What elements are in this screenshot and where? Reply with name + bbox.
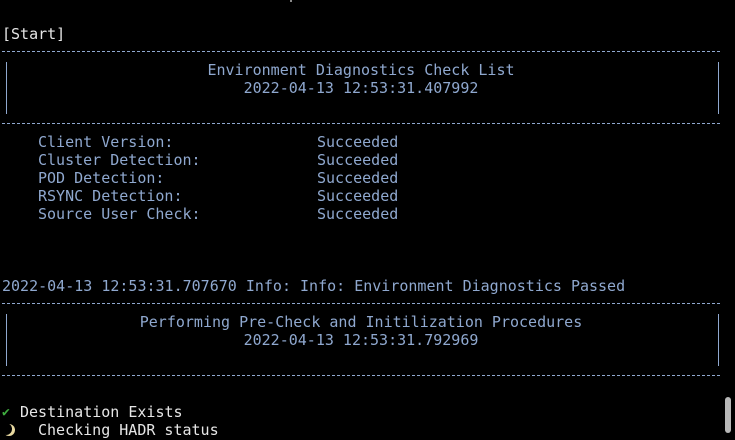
scrollbar-thumb[interactable] <box>725 397 731 433</box>
result-key: RSYNC Detection: <box>38 187 183 205</box>
step-label: Checking HADR status <box>38 421 219 439</box>
spinner-icon <box>2 423 15 436</box>
result-value: Succeeded <box>317 187 399 205</box>
checkmark-icon: ✔ <box>2 405 10 420</box>
text-cursor <box>290 0 292 2</box>
env-check-title: Environment Diagnostics Check List <box>207 61 515 79</box>
precheck-title: Performing Pre-Check and Initilization P… <box>139 313 583 331</box>
step-label: Destination Exists <box>20 403 183 421</box>
result-value: Succeeded <box>317 205 399 223</box>
result-value: Succeeded <box>317 133 399 151</box>
box-bottom-border <box>2 123 720 124</box>
box-top-border <box>2 303 720 304</box>
info-log-line: 2022-04-13 12:53:31.707670 Info: Info: E… <box>2 277 626 295</box>
result-value: Succeeded <box>317 169 399 187</box>
result-key: Cluster Detection: <box>38 151 201 169</box>
box-top-border <box>2 51 720 52</box>
box-bottom-border <box>2 375 720 376</box>
result-key: Source User Check: <box>38 205 201 223</box>
start-label: [Start] <box>2 25 66 43</box>
result-value: Succeeded <box>317 151 399 169</box>
env-check-timestamp: 2022-04-13 12:53:31.407992 <box>243 79 479 97</box>
precheck-timestamp: 2022-04-13 12:53:31.792969 <box>243 331 479 349</box>
result-key: Client Version: <box>38 133 174 151</box>
result-key: POD Detection: <box>38 169 165 187</box>
terminal-window: [Start] Environment Diagnostics Check Li… <box>0 0 735 440</box>
